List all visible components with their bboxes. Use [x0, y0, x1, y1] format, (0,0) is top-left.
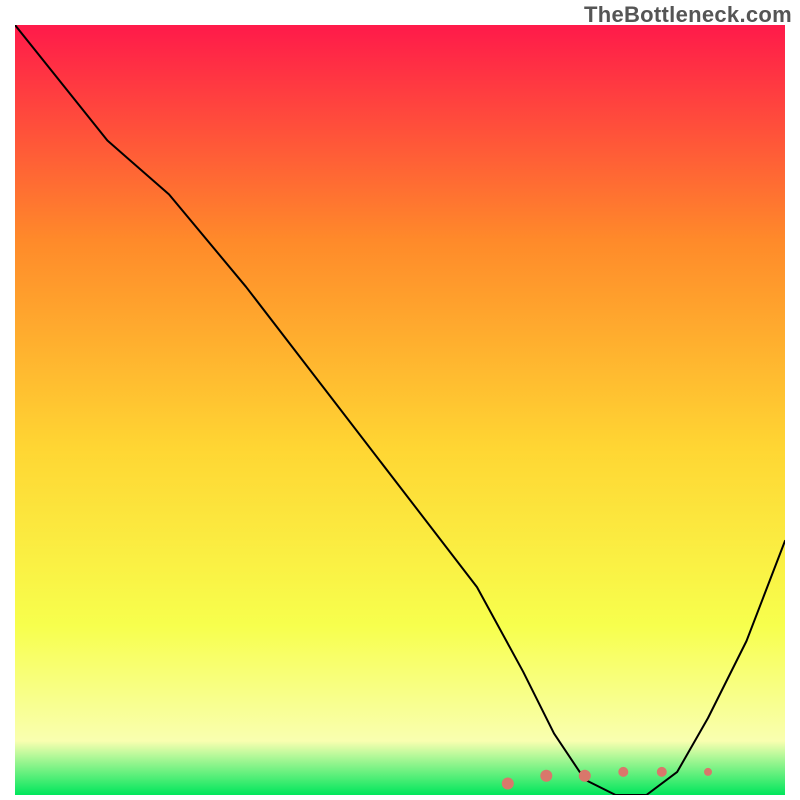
chart-container: TheBottleneck.com — [0, 0, 800, 800]
chart-svg — [15, 25, 785, 795]
plot-area — [15, 25, 785, 795]
gradient-background — [15, 25, 785, 795]
